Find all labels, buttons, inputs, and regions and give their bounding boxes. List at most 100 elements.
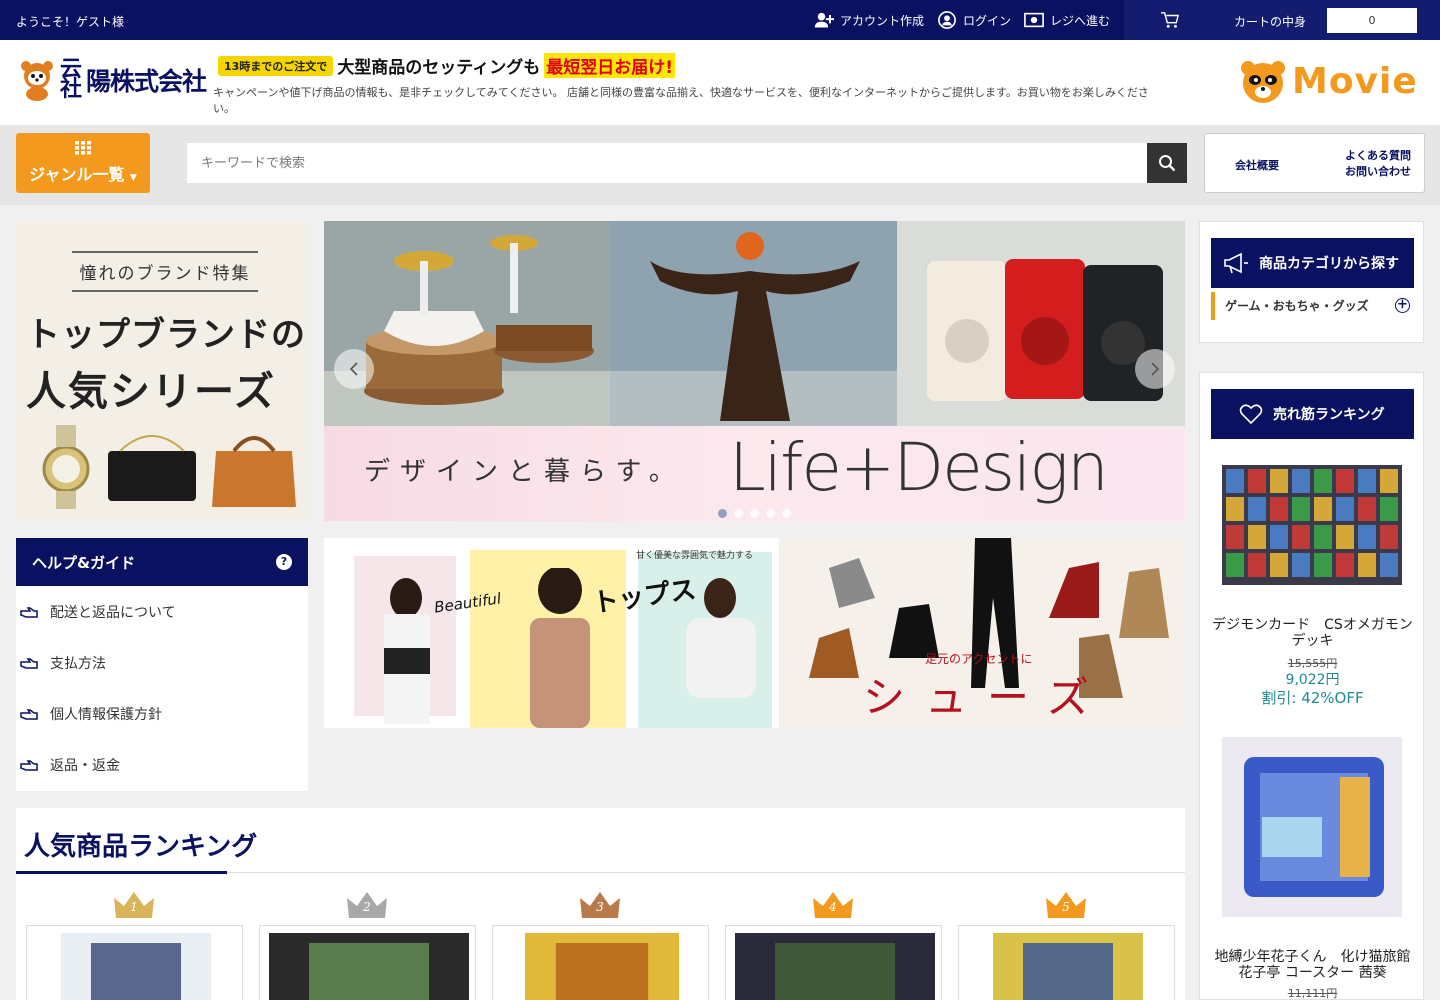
- login-link[interactable]: ログイン: [937, 11, 1011, 29]
- rank-crown-icon: 3: [578, 890, 622, 920]
- caret-down-icon: ▼: [129, 173, 137, 183]
- contact-link[interactable]: お問い合わせ: [1335, 164, 1411, 180]
- product-price: 9,022円: [1285, 672, 1340, 688]
- help-item-shipping[interactable]: 配送と返品について: [16, 586, 308, 637]
- header-description: キャンペーンや値下げ商品の情報も、是非チェックしてみてください。 店舗と同様の豊…: [213, 86, 1149, 115]
- bestseller-title: 売れ筋ランキング: [1273, 407, 1385, 423]
- product-image-hanako-coaster[interactable]: [1222, 737, 1402, 917]
- brand-feature-banner[interactable]: 憧れのブランド特集 トップブランドの 人気シリーズ: [16, 221, 308, 521]
- ranking-product-card[interactable]: [725, 925, 942, 1000]
- chevron-left-icon: [349, 362, 358, 376]
- cart-icon: [1161, 12, 1180, 28]
- expand-plus-icon[interactable]: +: [1395, 298, 1410, 313]
- hand-pointer-icon: [20, 606, 38, 618]
- search-icon: [1159, 155, 1176, 172]
- category-item-games-toys[interactable]: ゲーム・おもちゃ・グッズ +: [1211, 292, 1414, 320]
- category-title: 商品カテゴリから探す: [1259, 256, 1399, 272]
- search-input[interactable]: [187, 143, 1147, 183]
- ranking-title: 人気商品ランキング: [24, 832, 258, 862]
- bestseller-header: 売れ筋ランキング: [1211, 389, 1414, 439]
- raccoon-face-icon: [1241, 61, 1285, 103]
- hand-pointer-icon: [20, 708, 38, 720]
- site-header: 云社 陽株式会社 13時までのご注文で 大型商品のセッティングも 最短翌日お届け…: [0, 40, 1440, 125]
- slider-dot[interactable]: [718, 509, 727, 518]
- models-illustration: [384, 568, 756, 728]
- genre-list-label: ジャンル一覧: [29, 165, 125, 184]
- help-guide-header: ヘルプ&ガイド ?: [16, 538, 308, 586]
- category-panel: 商品カテゴリから探す ゲーム・おもちゃ・グッズ +: [1199, 221, 1424, 343]
- fashion-tagline: 甘く優美な雰囲気で魅力する: [636, 551, 754, 561]
- company-name: 陽株式会社: [86, 67, 207, 96]
- info-links-box: 会社概要 よくある質問 お問い合わせ: [1204, 133, 1425, 193]
- product-image-digimon-cards[interactable]: [1222, 465, 1402, 585]
- rank-number: 3: [596, 900, 604, 914]
- money-icon: [1024, 12, 1044, 28]
- ranking-product-card[interactable]: [492, 925, 709, 1000]
- ranking-product-image: [60, 933, 211, 1000]
- rank-crown-icon: 1: [112, 890, 156, 920]
- rank-crown-icon: 5: [1044, 890, 1088, 920]
- help-item-refund[interactable]: 返品・返金: [16, 739, 308, 790]
- rank-crown-icon: 2: [345, 890, 389, 920]
- checkout-link[interactable]: レジへ進む: [1024, 11, 1110, 29]
- hand-pointer-icon: [20, 759, 38, 771]
- slider-dot[interactable]: [766, 509, 775, 518]
- slide-caption-en: Life+Design: [729, 429, 1109, 506]
- ranking-product-image: [268, 933, 469, 1000]
- radios-image: [927, 259, 1163, 401]
- company-prefix: 云社: [60, 57, 82, 102]
- shoes-banner[interactable]: 足元のアクセントに シューズ: [779, 538, 1185, 728]
- megaphone-icon: [1224, 252, 1248, 274]
- movie-link[interactable]: Movie: [1238, 58, 1418, 104]
- welcome-text: ようこそ！ゲスト様: [16, 15, 125, 29]
- ranking-product-card[interactable]: [26, 925, 243, 1000]
- ranking-product-image: [992, 933, 1143, 1000]
- checkout-label: レジへ進む: [1050, 13, 1111, 28]
- slider-dot[interactable]: [750, 509, 759, 518]
- search-band: ジャンル一覧 ▼ 会社概要 よくある質問 お問い合わせ: [0, 125, 1440, 205]
- ranking-product-card[interactable]: [958, 925, 1175, 1000]
- promo-badge: 13時までのご注文で: [218, 55, 334, 76]
- hand-pointer-icon: [20, 657, 38, 669]
- rank-number: 2: [363, 900, 371, 914]
- account-create-link[interactable]: アカウント作成: [814, 11, 924, 29]
- help-item-privacy[interactable]: 個人情報保護方針: [16, 688, 308, 739]
- popular-ranking-section: 人気商品ランキング 1 2 3 4 5: [16, 808, 1185, 1000]
- genre-list-button[interactable]: ジャンル一覧 ▼: [16, 133, 150, 193]
- site-logo[interactable]: 云社 陽株式会社: [16, 57, 207, 102]
- slider-dots: [718, 509, 791, 518]
- ranking-title-underline: [16, 871, 227, 874]
- luxury-goods-image: [42, 425, 296, 509]
- promo-text: 大型商品のセッティングも: [337, 58, 541, 78]
- cart-box[interactable]: カートの中身 0: [1124, 0, 1440, 40]
- stool-image: [610, 232, 897, 426]
- grid-icon: [75, 141, 91, 155]
- rank-number: 1: [130, 900, 138, 914]
- login-label: ログイン: [963, 13, 1012, 28]
- slide-photo-mushroom-lamp: [324, 221, 610, 426]
- company-about-link[interactable]: 会社概要: [1235, 157, 1279, 173]
- slider-dot[interactable]: [782, 509, 791, 518]
- help-item-label: 配送と返品について: [50, 604, 176, 621]
- slider-prev-button[interactable]: [334, 349, 374, 389]
- product-discount: 割引: 42%OFF: [1261, 689, 1364, 707]
- slider-next-button[interactable]: [1135, 349, 1175, 389]
- user-plus-icon: [814, 12, 834, 28]
- slider-dot[interactable]: [734, 509, 743, 518]
- faq-link[interactable]: よくある質問: [1335, 148, 1411, 164]
- slide-caption-jp: デザインと暮らす。: [364, 457, 685, 487]
- brand-banner-title-2: 人気シリーズ: [26, 369, 276, 415]
- cart-count: 0: [1327, 8, 1417, 33]
- help-item-payment[interactable]: 支払方法: [16, 637, 308, 688]
- ranking-product-card[interactable]: [259, 925, 476, 1000]
- hero-slider[interactable]: デザインと暮らす。 Life+Design: [324, 221, 1185, 521]
- product-name[interactable]: デジモンカード CSオメガモンデッキ: [1211, 617, 1414, 649]
- rank-crown-icon: 4: [811, 890, 855, 920]
- search-button[interactable]: [1147, 143, 1187, 183]
- slide-photo-radios: [897, 221, 1185, 426]
- account-create-label: アカウント作成: [840, 13, 925, 28]
- bestseller-panel: 売れ筋ランキング デジモンカード CSオメガモンデッキ 15,555円 9,02…: [1199, 372, 1424, 1000]
- product-name[interactable]: 地縛少年花子くん 化け猫旅館花子亭 コースター 茜葵: [1211, 949, 1414, 981]
- fashion-tops-banner[interactable]: Beautiful トップス 甘く優美な雰囲気で魅力する: [324, 538, 779, 728]
- promo-banner: 13時までのご注文で 大型商品のセッティングも 最短翌日お届け!: [218, 53, 676, 78]
